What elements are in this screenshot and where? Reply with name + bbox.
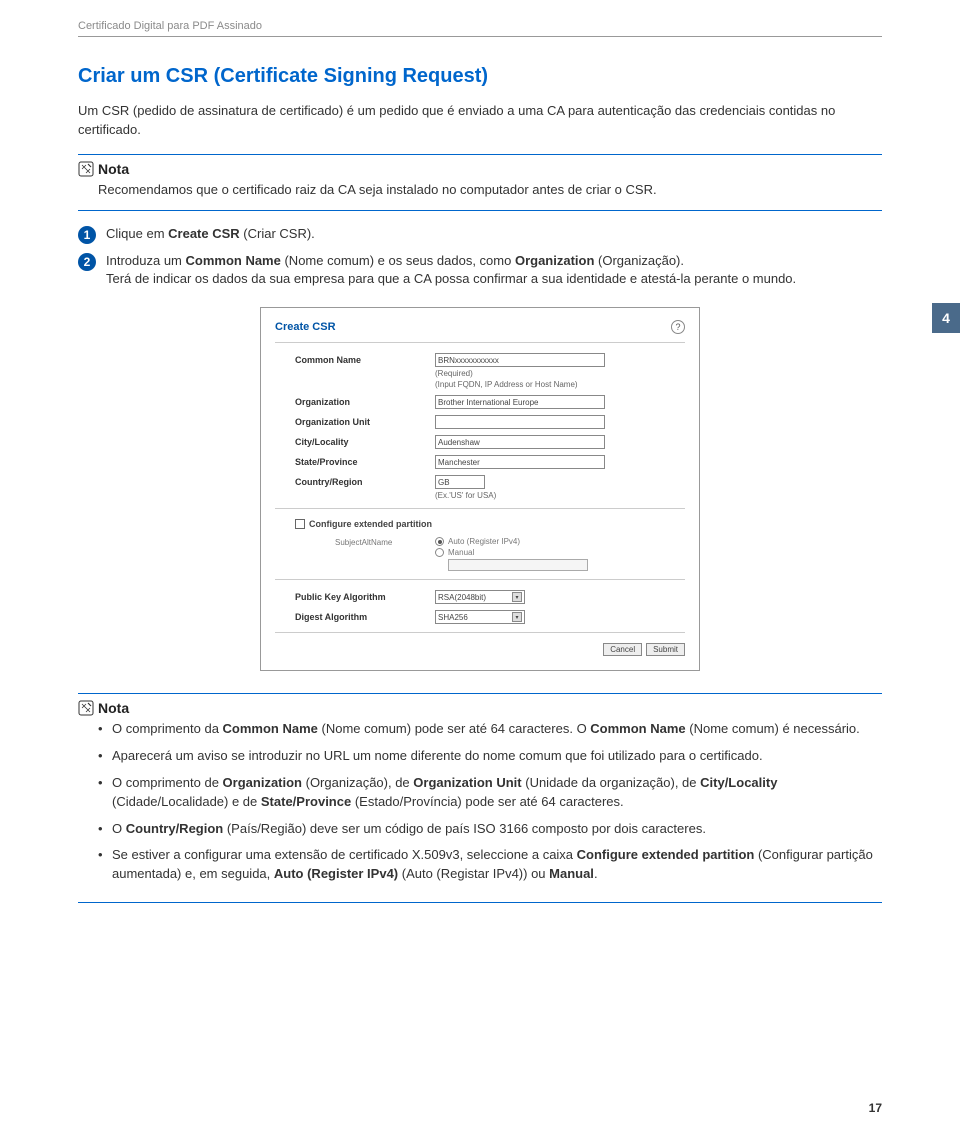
chevron-down-icon: ▾ <box>512 612 522 622</box>
manual-radio[interactable]: Manual <box>435 548 685 557</box>
note-block-1: Nota Recomendamos que o certificado raiz… <box>78 154 882 211</box>
organization-label: Organization <box>295 395 435 407</box>
country-hint: (Ex.'US' for USA) <box>435 491 685 500</box>
auto-radio[interactable]: Auto (Register IPv4) <box>435 537 685 546</box>
intro-text: Um CSR (pedido de assinatura de certific… <box>78 102 882 140</box>
city-label: City/Locality <box>295 435 435 447</box>
steps-list: 1 Clique em Create CSR (Criar CSR). 2 In… <box>78 225 882 290</box>
note-bullet: O comprimento de Organization (Organizaç… <box>98 774 882 812</box>
note-icon <box>78 161 94 177</box>
note-bullet: Se estiver a configurar uma extensão de … <box>98 846 882 884</box>
organization-input[interactable]: Brother International Europe <box>435 395 605 409</box>
submit-button[interactable]: Submit <box>646 643 685 656</box>
organization-unit-input[interactable] <box>435 415 605 429</box>
note-bullet-list: O comprimento da Common Name (Nome comum… <box>98 720 882 884</box>
country-input[interactable]: GB <box>435 475 485 489</box>
state-input[interactable]: Manchester <box>435 455 605 469</box>
note-icon <box>78 700 94 716</box>
subject-alt-name-label: SubjectAltName <box>335 537 435 571</box>
radio-dot-icon <box>435 537 444 546</box>
required-hint: (Required) <box>435 369 685 378</box>
note-bullet: O Country/Region (País/Região) deve ser … <box>98 820 882 839</box>
manual-input[interactable] <box>448 559 588 571</box>
cancel-button[interactable]: Cancel <box>603 643 642 656</box>
page-number: 17 <box>869 1101 882 1115</box>
help-icon[interactable]: ? <box>671 320 685 334</box>
country-label: Country/Region <box>295 475 435 487</box>
public-key-label: Public Key Algorithm <box>295 590 435 602</box>
chevron-down-icon: ▾ <box>512 592 522 602</box>
digest-select[interactable]: SHA256▾ <box>435 610 525 624</box>
organization-unit-label: Organization Unit <box>295 415 435 427</box>
public-key-select[interactable]: RSA(2048bit)▾ <box>435 590 525 604</box>
section-tab: 4 <box>932 303 960 333</box>
radio-dot-icon <box>435 548 444 557</box>
csr-form-screenshot: Create CSR ? Common Name BRNxxxxxxxxxxx … <box>260 307 700 671</box>
form-title: Create CSR <box>275 321 336 333</box>
city-input[interactable]: Audenshaw <box>435 435 605 449</box>
step-1: 1 Clique em Create CSR (Criar CSR). <box>78 225 882 244</box>
note-bullet: Aparecerá um aviso se introduzir no URL … <box>98 747 882 766</box>
note-block-2: Nota O comprimento da Common Name (Nome … <box>78 693 882 903</box>
digest-label: Digest Algorithm <box>295 610 435 622</box>
step-number: 2 <box>78 253 96 271</box>
page-title: Criar um CSR (Certificate Signing Reques… <box>78 65 882 88</box>
note-body: Recomendamos que o certificado raiz da C… <box>78 181 882 200</box>
common-name-label: Common Name <box>295 353 435 365</box>
configure-extended-label: Configure extended partition <box>309 519 432 529</box>
step-text: Clique em Create CSR (Criar CSR). <box>106 225 882 244</box>
common-name-input[interactable]: BRNxxxxxxxxxxx <box>435 353 605 367</box>
step-text: Introduza um Common Name (Nome comum) e … <box>106 252 882 290</box>
note-bullet: O comprimento da Common Name (Nome comum… <box>98 720 882 739</box>
fqdn-hint: (Input FQDN, IP Address or Host Name) <box>435 380 685 389</box>
state-label: State/Province <box>295 455 435 467</box>
configure-extended-checkbox[interactable] <box>295 519 305 529</box>
top-divider <box>78 36 882 37</box>
note-title: Nota <box>98 161 129 177</box>
step-number: 1 <box>78 226 96 244</box>
step-2: 2 Introduza um Common Name (Nome comum) … <box>78 252 882 290</box>
breadcrumb: Certificado Digital para PDF Assinado <box>78 20 882 32</box>
note-title: Nota <box>98 700 129 716</box>
